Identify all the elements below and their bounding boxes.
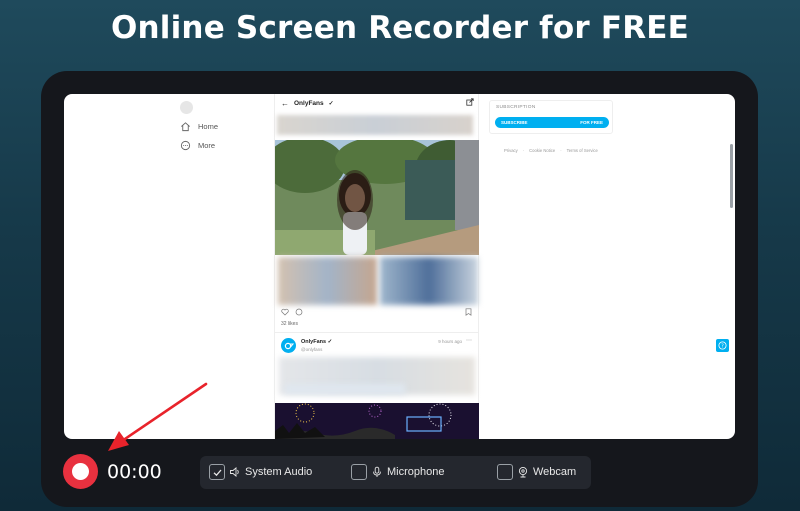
heart-icon[interactable] bbox=[281, 308, 289, 316]
microphone-icon bbox=[373, 466, 381, 477]
post-image bbox=[275, 140, 479, 255]
separator: · bbox=[522, 148, 525, 153]
post-author-name: OnlyFans ✓ bbox=[301, 339, 333, 345]
post-photo[interactable] bbox=[275, 140, 479, 255]
subscribe-price: FOR FREE bbox=[580, 120, 603, 125]
nav-item-more[interactable]: More bbox=[180, 140, 215, 151]
comment-icon[interactable] bbox=[295, 308, 303, 316]
blurred-link bbox=[285, 384, 405, 394]
post-banner-image[interactable] bbox=[275, 403, 479, 439]
page-title: Online Screen Recorder for FREE bbox=[110, 10, 690, 46]
home-icon bbox=[181, 122, 190, 132]
record-button[interactable] bbox=[63, 454, 98, 489]
nav-item-home[interactable]: Home bbox=[180, 121, 218, 132]
avatar[interactable] bbox=[281, 338, 296, 353]
onlyfans-logo-icon bbox=[284, 342, 294, 349]
svg-text:?: ? bbox=[721, 343, 724, 349]
more-circle-icon bbox=[180, 140, 191, 151]
option-webcam[interactable]: Webcam bbox=[497, 464, 576, 480]
back-arrow-icon[interactable]: ← bbox=[281, 99, 289, 108]
option-microphone[interactable]: Microphone bbox=[351, 464, 444, 480]
subscribe-button[interactable]: SUBSCRIBE FOR FREE bbox=[495, 117, 609, 128]
speaker-icon bbox=[230, 467, 239, 477]
feed-header: ← OnlyFans ✓ bbox=[275, 94, 480, 112]
feed-column: ← OnlyFans ✓ 32 likes OnlyFans ✓ @onlyfa… bbox=[274, 94, 479, 439]
divider bbox=[275, 332, 479, 333]
microphone-checkbox[interactable] bbox=[351, 464, 367, 480]
scrollbar[interactable] bbox=[730, 144, 733, 208]
footer-link-cookie[interactable]: Cookie Notice bbox=[529, 148, 555, 153]
footer-link-privacy[interactable]: Privacy bbox=[504, 148, 518, 153]
blurred-thumbnails bbox=[278, 257, 478, 305]
fireworks-image bbox=[275, 403, 479, 439]
system-audio-checkbox[interactable] bbox=[209, 464, 225, 480]
post-time: 9 hours ago bbox=[438, 339, 462, 344]
subscribe-label: SUBSCRIBE bbox=[501, 120, 528, 125]
share-icon[interactable] bbox=[466, 98, 474, 106]
verified-icon: ✓ bbox=[328, 100, 334, 107]
feed-title: OnlyFans bbox=[294, 99, 324, 107]
footer-links: Privacy · Cookie Notice · Terms of Servi… bbox=[504, 148, 598, 153]
option-label: System Audio bbox=[245, 466, 313, 478]
recording-timer: 00:00 bbox=[107, 461, 162, 483]
option-label: Microphone bbox=[387, 466, 445, 478]
option-system-audio[interactable]: System Audio bbox=[209, 464, 312, 480]
help-button[interactable]: ? bbox=[716, 339, 729, 352]
red-arrow-annotation bbox=[108, 382, 208, 451]
footer-link-terms[interactable]: Terms of Service bbox=[567, 148, 598, 153]
checkmark-icon bbox=[213, 469, 221, 476]
more-dots-icon[interactable]: ⋯ bbox=[466, 337, 472, 344]
subscription-box: SUBSCRIPTION SUBSCRIBE FOR FREE bbox=[489, 100, 613, 134]
webcam-icon bbox=[518, 466, 528, 478]
verified-icon: ✓ bbox=[327, 339, 333, 345]
post-author-handle: @onlyfans bbox=[301, 347, 323, 352]
recording-options-bar: System Audio Microphone Webcam bbox=[200, 456, 591, 489]
subscription-label: SUBSCRIPTION bbox=[496, 105, 536, 110]
bookmark-icon[interactable] bbox=[465, 308, 472, 316]
webcam-checkbox[interactable] bbox=[497, 464, 513, 480]
avatar[interactable] bbox=[180, 101, 193, 114]
likes-count: 32 likes bbox=[281, 321, 298, 327]
help-icon: ? bbox=[718, 341, 727, 350]
post-actions bbox=[281, 308, 303, 316]
separator: · bbox=[560, 148, 562, 153]
record-dot-icon bbox=[72, 463, 89, 480]
blurred-content bbox=[277, 115, 473, 135]
nav-item-label: More bbox=[198, 141, 216, 150]
nav-item-label: Home bbox=[198, 122, 219, 131]
option-label: Webcam bbox=[533, 466, 577, 478]
